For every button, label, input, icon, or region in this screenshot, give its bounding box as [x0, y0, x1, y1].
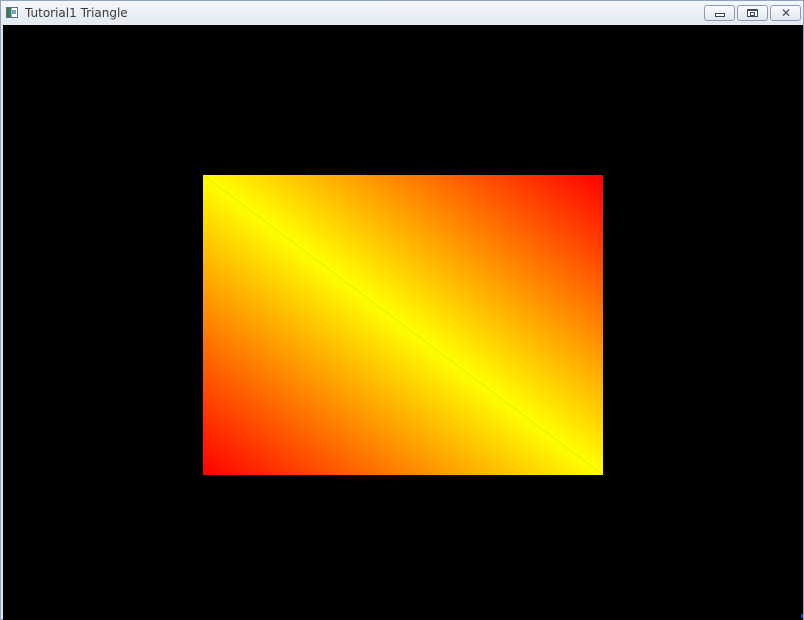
- app-window: Tutorial1 Triangle ✕: [0, 0, 804, 620]
- minimize-button[interactable]: [704, 5, 735, 21]
- render-viewport[interactable]: [3, 25, 803, 620]
- close-button[interactable]: ✕: [770, 5, 801, 21]
- rendered-gradient-rectangle: [203, 175, 603, 475]
- title-bar[interactable]: Tutorial1 Triangle ✕: [1, 1, 803, 25]
- minimize-icon: [715, 13, 725, 17]
- window-title: Tutorial1 Triangle: [25, 6, 128, 20]
- maximize-icon: [747, 9, 758, 17]
- maximize-button[interactable]: [737, 5, 768, 21]
- close-icon: ✕: [780, 6, 792, 20]
- app-window-icon[interactable]: [6, 7, 18, 18]
- viewport-corner-mark: [801, 614, 803, 618]
